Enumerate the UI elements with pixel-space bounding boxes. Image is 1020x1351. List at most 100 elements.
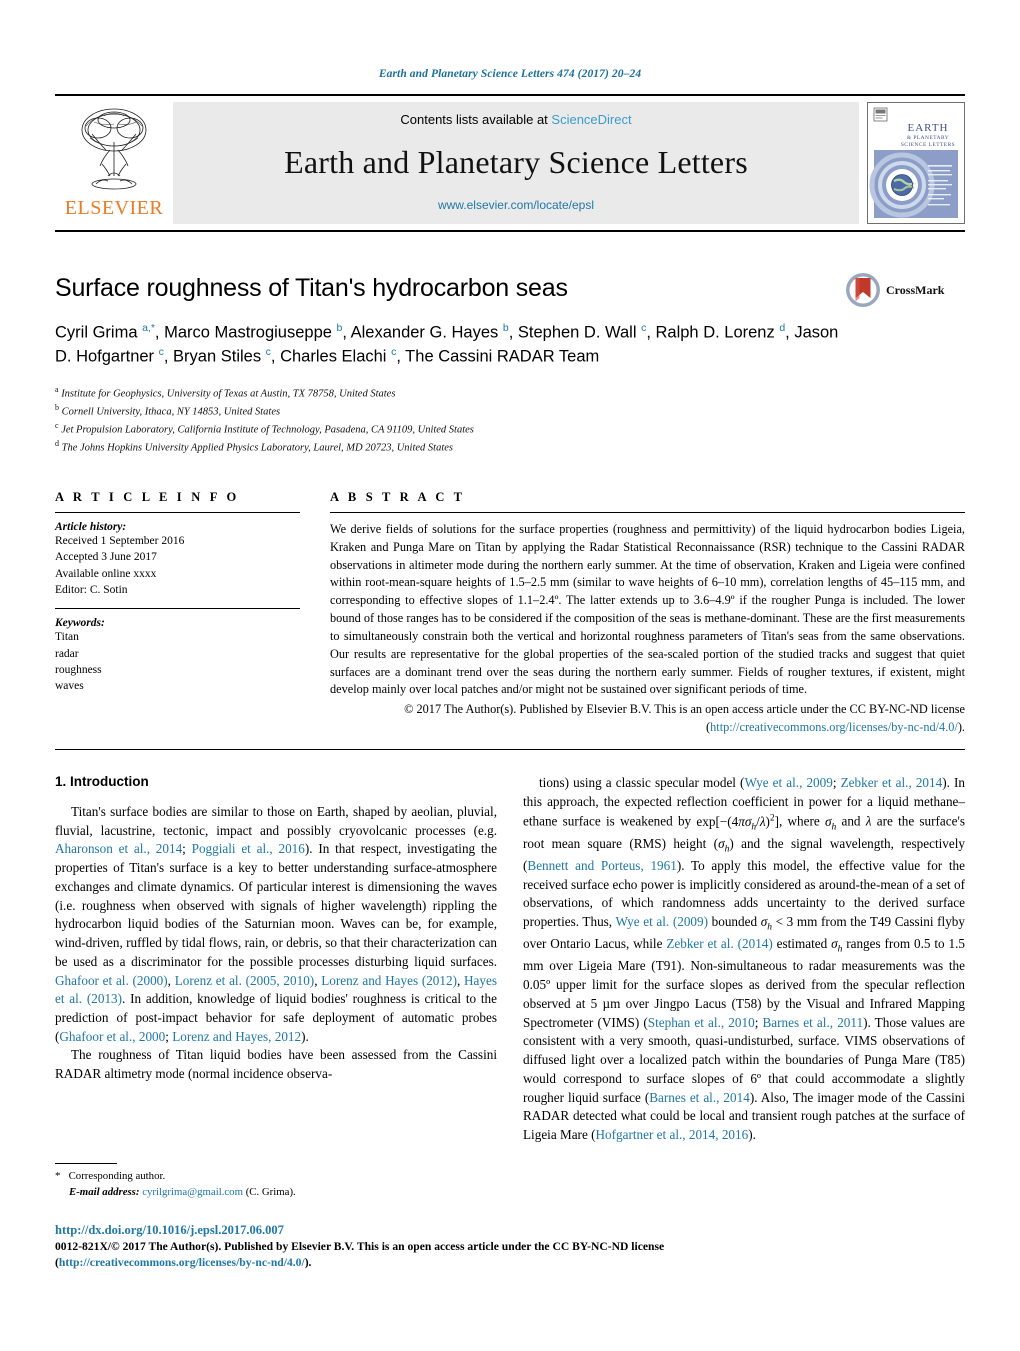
elsevier-tree-icon	[81, 108, 147, 190]
journal-title: Earth and Planetary Science Letters	[284, 144, 748, 180]
citation-link[interactable]: Lorenz and Hayes (2012)	[321, 973, 457, 988]
copyright-suffix: ).	[957, 720, 965, 735]
page-footer: http://dx.doi.org/10.1016/j.epsl.2017.06…	[55, 1222, 935, 1271]
footnote-corresponding-text: Corresponding author.	[68, 1170, 166, 1182]
citation-link[interactable]: Lorenz et al. (2005, 2010)	[175, 973, 314, 988]
email-address-link[interactable]: cyrilgrima@gmail.com	[142, 1186, 243, 1198]
inline-symbol-sigma-h: σh	[824, 813, 837, 833]
right-column-paragraphs: tions) using a classic specular model (W…	[523, 774, 965, 1145]
affiliation-item: d The Johns Hopkins University Applied P…	[55, 438, 454, 454]
masthead-center-panel: Contents lists available at ScienceDirec…	[173, 102, 859, 224]
article-history-item: Available online xxxx	[55, 567, 157, 580]
license-close-paren: ).	[304, 1256, 312, 1270]
inline-symbol-sigma-h: σh	[718, 835, 730, 855]
citation-link[interactable]: Aharonson et al., 2014	[55, 841, 182, 856]
keyword-item: radar	[55, 647, 79, 660]
running-head: Earth and Planetary Science Letters 474 …	[378, 68, 642, 80]
journal-cover-thumbnail: EARTH & PLANETARY SCIENCE LETTERS	[867, 102, 965, 224]
article-history-list: Received 1 September 2016 Accepted 3 June…	[55, 533, 300, 598]
journal-cover-art: EARTH & PLANETARY SCIENCE LETTERS	[868, 103, 964, 223]
sciencedirect-link[interactable]: ScienceDirect	[551, 112, 631, 127]
body-column-left: 1. Introduction Titan's surface bodies a…	[55, 774, 497, 1145]
article-first-page: Earth and Planetary Science Letters 474 …	[0, 0, 1020, 1351]
copyright-license-link[interactable]: http://creativecommons.org/licenses/by-n…	[710, 720, 958, 734]
divider	[55, 608, 300, 610]
journal-url-link[interactable]: www.elsevier.com/locate/epsl	[438, 198, 594, 212]
article-history-item: Received 1 September 2016	[55, 534, 185, 547]
abstract-copyright: © 2017 The Author(s). Published by Elsev…	[330, 701, 965, 737]
title-block: CrossMark Surface roughness of Titan's h…	[55, 272, 965, 456]
email-address-label: E-mail address:	[69, 1185, 140, 1198]
citation-link[interactable]: Ghafoor et al., 2000	[59, 1029, 165, 1044]
affiliation-list: a Institute for Geophysics, University o…	[55, 384, 965, 456]
divider	[55, 748, 965, 750]
article-history-item: Accepted 3 June 2017	[55, 551, 157, 564]
citation-link[interactable]: Hofgartner et al., 2014, 2016	[596, 1127, 749, 1142]
citation-link[interactable]: Wye et al. (2009)	[616, 914, 709, 929]
contents-prefix: Contents lists available at	[400, 112, 552, 127]
corresponding-author-footnote: * Corresponding author. E-mail address: …	[55, 1163, 485, 1201]
article-history-label: Article history:	[55, 520, 127, 533]
body-column-right: tions) using a classic specular model (W…	[523, 774, 965, 1145]
contents-available-line: Contents lists available at ScienceDirec…	[400, 112, 631, 127]
section-heading-introduction: 1. Introduction	[55, 773, 149, 789]
left-column-paragraphs: Titan's surface bodies are similar to th…	[55, 803, 497, 1084]
inline-symbol-sigma-h: σh	[760, 914, 772, 933]
keyword-item: waves	[55, 680, 84, 693]
info-abstract-row: A R T I C L E I N F O Article history: R…	[55, 490, 965, 737]
footnote-email-line: E-mail address: cyrilgrima@gmail.com (C.…	[55, 1185, 485, 1201]
keyword-item: roughness	[55, 663, 102, 676]
abstract-heading: A B S T R A C T	[330, 489, 466, 504]
svg-text:EARTH: EARTH	[907, 122, 948, 134]
citation-link[interactable]: Wye et al., 2009	[744, 775, 832, 790]
inline-symbol-lambda: λ	[865, 813, 872, 829]
footnote-corresponding-line: * Corresponding author.	[55, 1169, 485, 1185]
elsevier-wordmark: ELSEVIER	[64, 197, 164, 219]
citation-link[interactable]: Stephan et al., 2010	[648, 1015, 755, 1030]
doi-link[interactable]: http://dx.doi.org/10.1016/j.epsl.2017.06…	[55, 1222, 935, 1239]
keywords-list: Titan radar roughness waves	[55, 629, 300, 694]
crossmark-label: CrossMark	[886, 282, 945, 297]
divider	[330, 511, 965, 513]
license-line: (http://creativecommons.org/licenses/by-…	[55, 1255, 935, 1271]
abstract-column: A B S T R A C T We derive fields of solu…	[330, 490, 965, 737]
citation-link[interactable]: Ghafoor et al. (2000)	[55, 973, 168, 988]
citation-link[interactable]: Barnes et al., 2014	[649, 1090, 750, 1105]
article-info-heading: A R T I C L E I N F O	[55, 489, 240, 504]
article-body: 1. Introduction Titan's surface bodies a…	[55, 774, 965, 1145]
inline-symbol-sigma-h: σh	[831, 936, 843, 955]
citation-link[interactable]: Zebker et al. (2014)	[666, 936, 772, 951]
affiliation-item: c Jet Propulsion Laboratory, California …	[55, 420, 474, 436]
footnote-rule	[55, 1163, 117, 1164]
affiliation-item: a Institute for Geophysics, University o…	[55, 384, 396, 400]
citation-link[interactable]: Bennett and Porteus, 1961	[527, 858, 676, 873]
body-paragraph: The roughness of Titan liquid bodies hav…	[55, 1047, 497, 1082]
footnote-star-marker: *	[55, 1170, 61, 1182]
citation-link[interactable]: Lorenz and Hayes, 2012	[172, 1029, 301, 1044]
email-owner: (C. Grima).	[245, 1185, 296, 1198]
license-url-link[interactable]: http://creativecommons.org/licenses/by-n…	[59, 1256, 305, 1269]
article-history-item: Editor: C. Sotin	[55, 583, 128, 596]
body-paragraph: tions) using a classic specular model (W…	[523, 774, 966, 1143]
inline-equation-roughness-factor: exp[−(4πσh/λ)2]	[696, 812, 779, 833]
issn-license-line: 0012-821X/© 2017 The Author(s). Publishe…	[55, 1239, 935, 1255]
svg-text:& PLANETARY: & PLANETARY	[907, 135, 949, 141]
author-list: Cyril Grima a,*, Marco Mastrogiuseppe b,…	[55, 322, 839, 366]
abstract-text: We derive fields of solutions for the su…	[330, 521, 965, 697]
issn-text: 0012-821X/© 2017 The Author(s). Publishe…	[55, 1239, 665, 1253]
page-title: Surface roughness of Titan's hydrocarbon…	[55, 274, 568, 302]
body-paragraph: Titan's surface bodies are similar to th…	[55, 803, 498, 1044]
svg-text:SCIENCE LETTERS: SCIENCE LETTERS	[901, 142, 955, 148]
citation-link[interactable]: Barnes et al., 2011	[763, 1015, 864, 1030]
crossmark-icon	[846, 273, 880, 307]
citation-link[interactable]: Zebker et al., 2014	[841, 775, 943, 790]
elsevier-logo: ELSEVIER	[55, 102, 173, 224]
crossmark-badge[interactable]: CrossMark	[845, 272, 965, 308]
citation-link[interactable]: Poggiali et al., 2016	[192, 841, 305, 856]
journal-masthead: ELSEVIER Contents lists available at Sci…	[55, 94, 965, 232]
affiliation-item: b Cornell University, Ithaca, NY 14853, …	[55, 402, 281, 418]
keywords-label: Keywords:	[55, 617, 105, 630]
divider	[55, 511, 300, 513]
article-info-column: A R T I C L E I N F O Article history: R…	[55, 490, 300, 737]
keyword-item: Titan	[55, 631, 79, 644]
